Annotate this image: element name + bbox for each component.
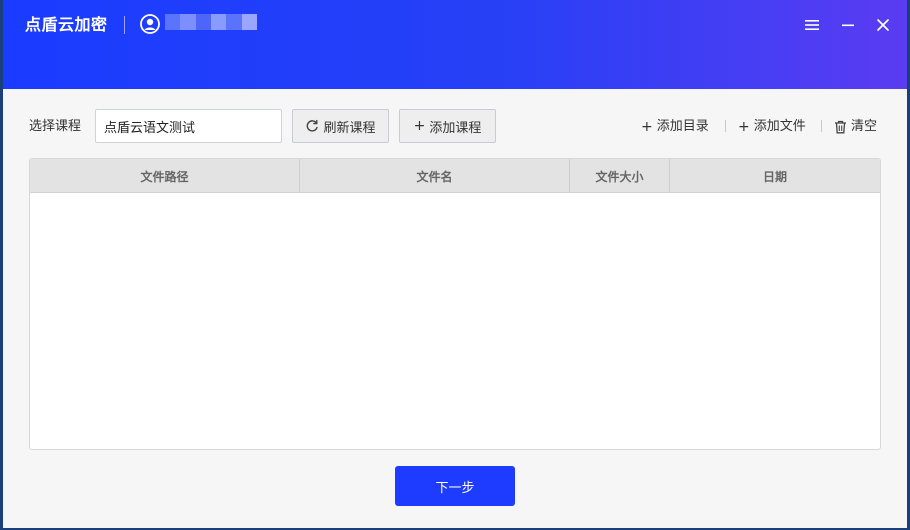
next-step-button[interactable]: 下一步 [395,466,515,506]
plus-icon: + [641,119,653,135]
plus-icon: + [413,118,426,134]
close-icon [877,19,889,31]
refresh-course-button[interactable]: 刷新课程 [292,109,389,143]
close-button[interactable] [872,14,894,36]
trash-icon [835,120,846,134]
add-course-button[interactable]: + 添加课程 [399,109,496,143]
course-input[interactable] [95,109,282,143]
add-directory-button[interactable]: + 添加目录 [641,118,709,136]
refresh-course-label: 刷新课程 [323,120,376,136]
column-header-file-size[interactable]: 文件大小 [570,159,670,193]
table-header: 文件路径 文件名 文件大小 日期 [30,159,880,193]
title-bar: 点盾云加密 [3,0,907,89]
column-header-date[interactable]: 日期 [670,159,880,193]
add-course-label: 添加课程 [429,120,482,136]
refresh-icon [307,119,319,132]
file-table: 文件路径 文件名 文件大小 日期 [29,158,881,450]
add-file-button[interactable]: + 添加文件 [738,118,806,136]
menu-icon [805,20,819,30]
toolbar-separator [725,120,726,132]
toolbar-separator [821,120,822,132]
app-window: 点盾云加密 选择课程 点盾云语文测试 刷新课程 + 添加课程 + 添加目录 + … [3,0,907,528]
minimize-icon [842,24,854,27]
minimize-button[interactable] [837,14,859,36]
column-header-file-path[interactable]: 文件路径 [30,159,300,193]
course-select-label: 选择课程 [29,119,82,134]
user-icon[interactable] [140,14,160,34]
plus-icon: + [738,119,750,135]
column-header-file-name[interactable]: 文件名 [300,159,570,193]
app-title: 点盾云加密 [25,15,108,34]
clear-label: 清空 [851,119,878,134]
title-divider [124,16,125,34]
add-file-label: 添加文件 [753,119,806,134]
user-name-redacted [165,14,257,30]
add-directory-label: 添加目录 [656,119,709,134]
menu-button[interactable] [801,14,823,36]
clear-button[interactable]: 清空 [834,118,877,136]
